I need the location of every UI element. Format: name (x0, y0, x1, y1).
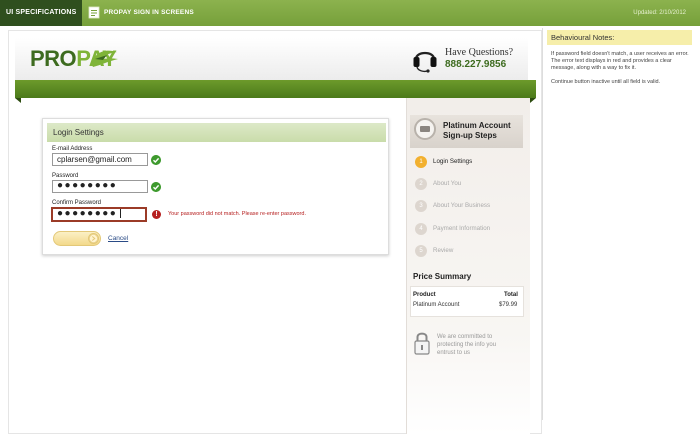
security-commitment-text: We are committed to protecting the info … (437, 334, 497, 356)
price-summary-title: Price Summary (413, 272, 472, 281)
step-1-label[interactable]: Login Settings (433, 158, 472, 165)
ribbon-fold-right (530, 98, 536, 103)
price-product-total: $79.99 (499, 302, 518, 308)
nav-ribbon (15, 80, 536, 98)
password-valid-check-icon (151, 182, 161, 192)
steps-title: Platinum Account Sign-up Steps (443, 121, 511, 140)
document-title: PROPAY SIGN IN SCREENS (104, 9, 194, 16)
cancel-link[interactable]: Cancel (108, 235, 128, 242)
step-3-indicator: 3 (415, 200, 427, 212)
confirm-password-label: Confirm Password (52, 200, 102, 206)
continue-arrow-icon (88, 233, 99, 244)
text-caret (120, 209, 122, 218)
step-2-indicator: 2 (415, 178, 427, 190)
price-product-name: Platinum Account (413, 302, 460, 308)
step-3-label: About Your Business (433, 202, 491, 209)
step-1-indicator: 1 (415, 156, 427, 168)
step-5-indicator: 5 (415, 245, 427, 257)
login-card-title: Login Settings (53, 128, 104, 137)
price-col-total: Total (504, 292, 518, 298)
padlock-icon (414, 332, 430, 355)
updated-date: Updated: 2/10/2012 (633, 10, 686, 16)
help-label: Have Questions? (445, 47, 514, 58)
behavioural-notes-body: If password field doesn't match, a user … (551, 51, 691, 93)
password-label: Password (52, 173, 79, 179)
ribbon-fold-left (15, 98, 21, 103)
step-2-label: About You (433, 180, 462, 187)
logo-pro-text: PRO (30, 46, 77, 71)
confirm-password-field[interactable]: ●●●●●●●● (51, 207, 147, 222)
note-paragraph: If password field doesn't match, a user … (551, 51, 689, 71)
error-alert-icon: ! (152, 210, 161, 219)
confirm-password-value: ●●●●●●●● (57, 208, 118, 220)
credit-card-icon (420, 126, 430, 132)
price-col-product: Product (413, 292, 436, 298)
behavioural-notes-title: Behavioural Notes: (547, 30, 692, 45)
logo-swoosh-icon (91, 50, 118, 67)
step-5-label: Review (433, 247, 454, 254)
help-phone[interactable]: 888.227.9856 (445, 59, 506, 70)
password-field[interactable]: ●●●●●●●● (52, 180, 148, 193)
document-icon (88, 6, 100, 19)
email-label: E-mail Address (52, 146, 93, 152)
step-4-label: Payment Information (433, 225, 491, 232)
email-field[interactable]: cplarsen@gmail.com (52, 153, 148, 166)
note-paragraph: Continue button inactive until all field… (551, 79, 661, 85)
headset-icon (413, 51, 437, 73)
email-valid-check-icon (151, 155, 161, 165)
signup-sidebar (406, 98, 530, 434)
step-4-indicator: 4 (415, 223, 427, 235)
notes-divider (542, 28, 543, 420)
ui-specifications-tab[interactable]: UI SPECIFICATIONS (0, 0, 82, 26)
password-error-message: Your password did not match. Please re-e… (168, 211, 306, 217)
